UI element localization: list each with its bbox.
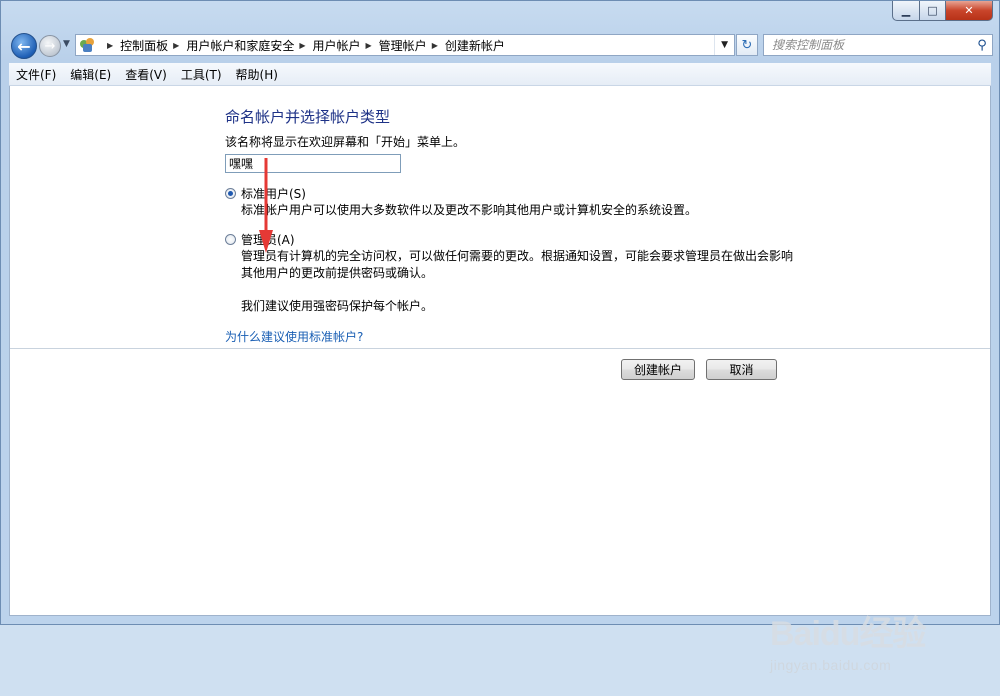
back-button[interactable]: ← — [11, 33, 37, 59]
baidu-watermark: Baidu经验 jingyan.baidu.com — [770, 606, 970, 696]
breadcrumb-separator-icon[interactable]: ▶ — [107, 41, 113, 50]
watermark-url: jingyan.baidu.com — [770, 657, 892, 673]
minimize-button[interactable]: ▁ — [892, 1, 920, 21]
administrator-description-line-1: 管理员有计算机的完全访问权，可以做任何需要的更改。根据通知设置，可能会要求管理员… — [241, 249, 794, 263]
close-button[interactable]: ✕ — [946, 1, 993, 21]
create-account-button[interactable]: 创建帐户 — [621, 359, 695, 380]
page-title: 命名帐户并选择帐户类型 — [225, 108, 391, 126]
title-bar: ▁ □ ✕ — [1, 1, 999, 29]
users-icon — [80, 38, 96, 52]
content-pane: 命名帐户并选择帐户类型 该名称将显示在欢迎屏幕和「开始」菜单上。 标准用户(S)… — [9, 86, 991, 673]
standard-user-radio[interactable] — [225, 188, 236, 199]
breadcrumb-user-accounts-family-safety[interactable]: 用户帐户和家庭安全 — [186, 37, 294, 54]
cancel-button[interactable]: 取消 — [706, 359, 777, 380]
breadcrumb-separator-icon[interactable]: ▶ — [432, 41, 438, 50]
refresh-button[interactable]: ↻ — [736, 34, 758, 56]
administrator-option[interactable]: 管理员(A) — [225, 231, 825, 248]
breadcrumb-create-new-account[interactable]: 创建新帐户 — [445, 37, 505, 54]
forward-arrow-icon: → — [44, 38, 56, 54]
search-icon[interactable]: ⚲ — [972, 38, 992, 53]
breadcrumb-separator-icon[interactable]: ▶ — [173, 41, 179, 50]
search-input[interactable] — [770, 37, 972, 53]
administrator-radio[interactable] — [225, 234, 236, 245]
address-history-dropdown[interactable]: ▼ — [714, 35, 734, 55]
breadcrumb-user-accounts[interactable]: 用户帐户 — [313, 37, 361, 54]
window-controls: ▁ □ ✕ — [892, 1, 993, 21]
account-name-input[interactable] — [225, 154, 401, 173]
forward-button[interactable]: → — [39, 35, 61, 57]
refresh-icon: ↻ — [741, 37, 753, 53]
breadcrumb-manage-accounts[interactable]: 管理帐户 — [379, 37, 427, 54]
name-description: 该名称将显示在欢迎屏幕和「开始」菜单上。 — [225, 135, 466, 149]
breadcrumb-control-panel[interactable]: 控制面板 — [120, 37, 168, 54]
why-standard-account-link[interactable]: 为什么建议使用标准帐户? — [225, 328, 363, 345]
back-arrow-icon: ← — [17, 36, 31, 56]
administrator-description-line-2: 其他用户的更改前提供密码或确认。 — [241, 266, 434, 280]
chevron-down-icon: ▼ — [721, 40, 728, 50]
menu-help[interactable]: 帮助(H) — [229, 66, 285, 83]
create-account-form: 命名帐户并选择帐户类型 该名称将显示在欢迎屏幕和「开始」菜单上。 标准用户(S)… — [225, 106, 825, 345]
recent-pages-dropdown[interactable]: ▼ — [63, 39, 70, 49]
control-panel-window: ▁ □ ✕ ← → ▼ ▶ 控制面板 ▶ 用户帐户和家庭安全 ▶ 用户帐户 ▶ … — [0, 0, 1000, 673]
breadcrumb-separator-icon[interactable]: ▶ — [299, 41, 305, 50]
menu-tools[interactable]: 工具(T) — [174, 66, 229, 83]
maximize-button[interactable]: □ — [920, 1, 946, 21]
administrator-label[interactable]: 管理员(A) — [241, 231, 295, 248]
password-recommendation: 我们建议使用强密码保护每个帐户。 — [241, 299, 434, 313]
watermark-logo: Baidu经验 — [770, 615, 926, 653]
menu-view[interactable]: 查看(V) — [118, 66, 174, 83]
maximize-icon: □ — [927, 4, 938, 17]
close-icon: ✕ — [964, 4, 974, 17]
address-bar[interactable]: ▶ 控制面板 ▶ 用户帐户和家庭安全 ▶ 用户帐户 ▶ 管理帐户 ▶ 创建新帐户… — [75, 34, 735, 56]
breadcrumb-separator-icon[interactable]: ▶ — [366, 41, 372, 50]
breadcrumb: ▶ 控制面板 ▶ 用户帐户和家庭安全 ▶ 用户帐户 ▶ 管理帐户 ▶ 创建新帐户 — [96, 37, 714, 54]
menu-edit[interactable]: 编辑(E) — [63, 66, 118, 83]
navigation-bar: ← → ▼ ▶ 控制面板 ▶ 用户帐户和家庭安全 ▶ 用户帐户 ▶ 管理帐户 ▶… — [9, 31, 993, 61]
standard-user-description: 标准帐户用户可以使用大多数软件以及更改不影响其他用户或计算机安全的系统设置。 — [241, 203, 698, 217]
menu-bar: 文件(F) 编辑(E) 查看(V) 工具(T) 帮助(H) — [9, 63, 991, 86]
minimize-icon: ▁ — [901, 4, 911, 17]
standard-user-label[interactable]: 标准用户(S) — [241, 185, 306, 202]
search-box[interactable]: ⚲ — [763, 34, 993, 56]
standard-user-option[interactable]: 标准用户(S) — [225, 185, 825, 202]
menu-file[interactable]: 文件(F) — [9, 66, 63, 83]
divider — [10, 348, 990, 349]
